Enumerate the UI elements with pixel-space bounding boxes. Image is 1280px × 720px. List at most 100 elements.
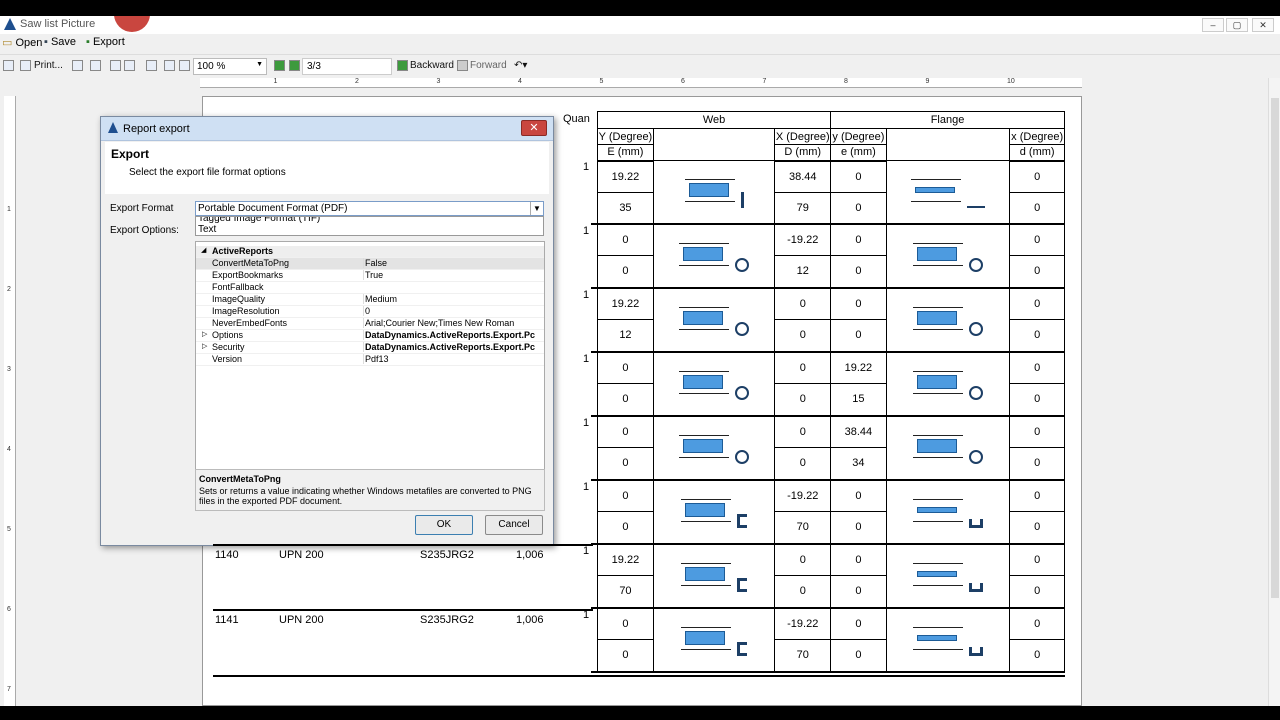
cut-bar-shape: [683, 247, 724, 261]
dimension-line: [912, 371, 963, 372]
first-page-icon[interactable]: [274, 60, 285, 71]
backward-icon[interactable]: [397, 60, 408, 71]
value-cell: 0: [830, 287, 887, 320]
open-menu[interactable]: ▭ Open: [2, 36, 42, 49]
property-row[interactable]: FontFallback: [196, 282, 544, 294]
format-option-tif[interactable]: Tagged Image Format (TIF): [198, 217, 320, 224]
property-row[interactable]: Version Pdf13: [196, 354, 544, 366]
cut-bar-shape: [916, 247, 957, 261]
zoom-select[interactable]: 100 % ▼: [193, 58, 267, 75]
export-label: Export: [92, 36, 125, 48]
value-cell: 0: [597, 511, 654, 545]
value-cell: 0: [1009, 255, 1065, 289]
expand-icon[interactable]: ▷: [202, 342, 207, 350]
zoom-out-icon[interactable]: [164, 60, 175, 71]
dialog-close-button[interactable]: ✕: [521, 120, 547, 136]
property-row[interactable]: NeverEmbedFonts Arial;Courier New;Times N…: [196, 318, 544, 330]
print-icon[interactable]: [20, 60, 31, 71]
cell-value: 0: [1034, 201, 1041, 214]
export-format-select[interactable]: Portable Document Format (PDF) ▼: [195, 201, 544, 216]
quan-cell: 1: [583, 479, 599, 545]
backward-button[interactable]: Backward: [410, 60, 454, 71]
prev-page-icon[interactable]: [289, 60, 300, 71]
value-cell: 12: [597, 319, 654, 353]
cut-bar-shape: [683, 311, 724, 325]
cell-value: 0: [622, 521, 629, 534]
property-row[interactable]: ExportBookmarks True: [196, 270, 544, 282]
value-cell: 0: [830, 191, 887, 225]
dimension-line: [681, 499, 732, 500]
dimension-line: [912, 457, 963, 458]
forward-button[interactable]: Forward: [470, 60, 507, 71]
web-cut-diagram: [679, 364, 730, 400]
dimension-line: [912, 307, 963, 308]
annotation-icon[interactable]: ↶▾: [514, 60, 527, 71]
col-y-degree: Y (Degree): [597, 128, 654, 145]
cell-value: 70: [796, 649, 809, 662]
cancel-button[interactable]: Cancel: [485, 515, 543, 535]
circle-profile-icon: [735, 258, 750, 272]
property-value[interactable]: True: [363, 270, 543, 280]
cell-value: 0: [622, 265, 629, 278]
ruler-number: 5: [7, 526, 11, 533]
vertical-scrollbar[interactable]: [1268, 78, 1280, 706]
close-button[interactable]: ✕: [1252, 18, 1274, 32]
dimension-line: [912, 329, 963, 330]
cut-bar-shape: [916, 571, 957, 577]
value-cell: 0: [1009, 223, 1065, 256]
property-row[interactable]: ImageQuality Medium: [196, 294, 544, 306]
property-value[interactable]: Arial;Courier New;Times New Roman: [363, 318, 543, 328]
quan-value: 1: [583, 160, 590, 173]
property-value[interactable]: False: [363, 258, 543, 268]
find-icon[interactable]: [90, 60, 101, 71]
page-number-input[interactable]: 3/3: [302, 58, 392, 75]
property-row[interactable]: ▷ Security DataDynamics.ActiveReports.Expo…: [196, 342, 544, 354]
property-row[interactable]: ▷ Options DataDynamics.ActiveReports.Expor…: [196, 330, 544, 342]
maximize-button[interactable]: ▢: [1226, 18, 1248, 32]
cell-value: 0: [1034, 329, 1041, 342]
export-menu[interactable]: ▪ Export: [86, 36, 125, 48]
table-row: 1 19.22 0 0 0: [583, 287, 1065, 353]
scroll-thumb[interactable]: [1271, 98, 1279, 598]
continuous-icon[interactable]: [146, 60, 157, 71]
cell-value: 0: [1034, 617, 1041, 630]
property-value[interactable]: DataDynamics.ActiveReports.Export.Pc: [363, 342, 543, 352]
print-button[interactable]: Print...: [34, 60, 63, 71]
cell-value: 35: [619, 201, 632, 214]
collapse-icon[interactable]: ◢: [201, 246, 206, 254]
app-logo-icon: [4, 18, 16, 30]
cell-value: 0: [1034, 585, 1041, 598]
property-value[interactable]: 0: [363, 306, 543, 316]
expand-icon[interactable]: ▷: [202, 330, 207, 338]
chevron-down-icon[interactable]: ▼: [530, 202, 543, 215]
cell-value: 12: [796, 265, 809, 278]
cut-bar-shape: [916, 311, 957, 325]
value-cell: 19.22: [597, 543, 654, 576]
ok-button[interactable]: OK: [415, 515, 473, 535]
forward-icon[interactable]: [457, 60, 468, 71]
copy-icon[interactable]: [3, 60, 14, 71]
quan-value: 1: [583, 480, 590, 493]
web-cut-diagram: [684, 172, 735, 208]
property-value[interactable]: DataDynamics.ActiveReports.Export.Pc: [363, 330, 543, 340]
single-page-icon[interactable]: [110, 60, 121, 71]
zoom-value: 100 %: [197, 61, 226, 72]
property-row[interactable]: ConvertMetaToPng False: [196, 258, 544, 270]
property-value[interactable]: Medium: [363, 294, 543, 304]
property-description: ConvertMetaToPng Sets or returns a value…: [195, 469, 545, 511]
minimize-button[interactable]: –: [1202, 18, 1224, 32]
cut-bar-shape: [916, 507, 957, 513]
property-row[interactable]: ImageResolution 0: [196, 306, 544, 318]
category-row[interactable]: ◢ ActiveReports: [196, 246, 544, 258]
quan-cell: 1: [583, 543, 599, 609]
property-value[interactable]: Pdf13: [363, 354, 543, 364]
ruler-number: 7: [762, 78, 767, 85]
multi-page-icon[interactable]: [124, 60, 135, 71]
zoom-in-icon[interactable]: [179, 60, 190, 71]
web-cut-drawing: [652, 607, 776, 673]
toc-icon[interactable]: [72, 60, 83, 71]
format-option-text[interactable]: Text: [198, 224, 216, 235]
save-menu[interactable]: ▪ Save: [44, 36, 76, 48]
cell-value: -19.22: [787, 233, 819, 246]
part-id: 1140: [215, 549, 239, 561]
